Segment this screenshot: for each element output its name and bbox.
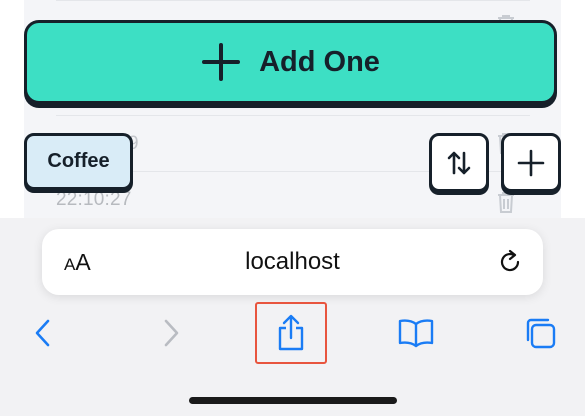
forward-icon bbox=[164, 319, 179, 347]
add-one-label: Add One bbox=[259, 45, 380, 78]
row-timestamp: 22:10:27 bbox=[56, 189, 132, 210]
forward-button[interactable] bbox=[143, 308, 199, 358]
back-icon bbox=[35, 319, 50, 347]
tabs-button[interactable] bbox=[512, 308, 568, 358]
sort-arrows-icon bbox=[447, 151, 471, 174]
plus-icon bbox=[517, 149, 545, 176]
plus-icon bbox=[202, 43, 241, 81]
tabs-icon bbox=[526, 318, 556, 349]
add-button[interactable] bbox=[501, 133, 561, 192]
url-text: localhost bbox=[245, 248, 340, 275]
share-button[interactable] bbox=[263, 308, 319, 358]
home-indicator[interactable] bbox=[189, 397, 397, 404]
reload-button[interactable] bbox=[497, 248, 523, 276]
category-chip-coffee[interactable]: Coffee bbox=[24, 133, 133, 190]
add-one-button[interactable]: Add One bbox=[24, 20, 557, 104]
reload-icon bbox=[500, 249, 520, 272]
app-content: 9 22:10:27 Add One Coffee bbox=[0, 0, 585, 218]
list-divider bbox=[56, 115, 530, 116]
address-bar[interactable]: AA localhost bbox=[42, 229, 543, 295]
list-divider bbox=[56, 0, 530, 1]
chip-label: Coffee bbox=[47, 150, 110, 172]
back-button[interactable] bbox=[15, 308, 71, 358]
sort-button[interactable] bbox=[429, 133, 489, 192]
share-icon bbox=[278, 314, 304, 351]
bookmarks-icon bbox=[398, 319, 434, 348]
trash-icon[interactable] bbox=[497, 191, 515, 213]
bookmarks-button[interactable] bbox=[388, 308, 444, 358]
